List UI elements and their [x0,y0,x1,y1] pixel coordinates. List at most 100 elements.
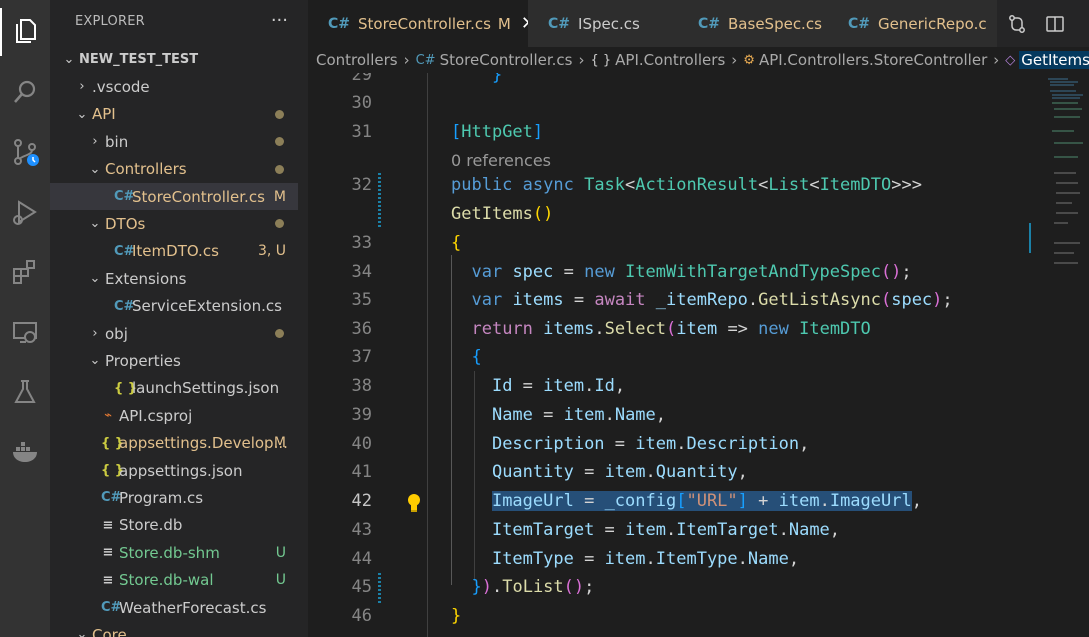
code-token: = [573,491,605,511]
tree-item-label: StoreController.cs [132,187,265,206]
chevron-right-icon[interactable]: › [76,79,88,94]
tree-item[interactable]: { } appsettings.json [50,457,298,484]
files-icon[interactable] [0,8,52,56]
chevron-down-icon[interactable]: ⌄ [63,52,75,67]
tree-item[interactable]: C# ItemDTO.cs 3, U [50,238,298,265]
editor-tab[interactable]: C# StoreController.cs M ✕ [308,0,528,47]
close-icon[interactable]: ✕ [521,13,528,34]
tree-item[interactable]: C# ServiceExtension.cs [50,293,298,320]
tree-item[interactable]: ≡ Store.db [50,512,298,539]
code-token: () [563,577,585,597]
chevron-down-icon[interactable]: ⌄ [89,271,101,286]
tree-item[interactable]: › bin [50,128,298,155]
chevron-right-icon[interactable]: › [89,326,101,341]
chevron-down-icon[interactable]: ⌄ [89,216,101,231]
code-line[interactable]: ImageUrl = _config["URL"] + item.ImageUr… [451,491,922,511]
tree-item-label: Store.db-wal [119,571,214,590]
code-token: item [604,462,646,482]
breadcrumb-item[interactable]: API.Controllers.StoreController [759,51,987,69]
code-token: ; [901,262,912,282]
breadcrumb-item[interactable]: API.Controllers [615,51,725,69]
code-line[interactable]: return items.Select(item => new ItemDTO [451,319,870,339]
chevron-down-icon[interactable]: ⌄ [76,627,88,637]
tree-item[interactable]: C# Program.cs [50,484,298,511]
chevron-down-icon[interactable]: ⌄ [76,107,88,122]
code-token: () [532,204,554,224]
codelens-references[interactable]: 0 references [451,151,551,170]
search-icon[interactable] [0,68,50,116]
source-control-icon[interactable] [0,128,50,176]
code-token: } [471,577,482,597]
chevron-right-icon[interactable]: › [89,134,101,149]
code-token: item [676,319,718,339]
code-token: [ [676,491,687,511]
docker-icon[interactable] [0,428,50,476]
tree-item[interactable]: ≡ Store.db-shm U [50,539,298,566]
code-token: Name [788,520,830,540]
editor-tab[interactable]: C# ISpec.cs [528,0,678,47]
minimap[interactable] [1028,73,1089,637]
code-token: = [573,549,605,569]
tree-item[interactable]: ⌄ NEW_TEST_TEST [50,46,298,73]
code-token: Quantity [655,462,738,482]
split-editor-icon[interactable] [1045,14,1065,34]
testing-icon[interactable] [0,368,50,416]
breadcrumb-item[interactable]: Controllers [316,51,398,69]
code-line[interactable]: public async Task<ActionResult<List<Item… [451,175,922,195]
breadcrumb-symbol-icon: C# [415,52,436,68]
tree-item[interactable]: ⌄ API [50,101,298,128]
code-line[interactable]: } [451,73,502,85]
code-line[interactable]: ItemType = item.ItemType.Name, [451,549,799,569]
code-editor[interactable]: 0 references 29 } 30 31 [HttpGet] 32 public as… [308,73,1028,637]
tree-item[interactable]: { } appsettings.Develop... M [50,430,298,457]
line-number: 36 [351,319,372,339]
code-token: , [829,520,841,540]
tree-item-label: WeatherForecast.cs [119,598,267,617]
code-line[interactable]: }).ToList(); [451,577,594,597]
tree-item-label: appsettings.Develop... [119,434,288,453]
tree-item[interactable]: ≡ Store.db-wal U [50,567,298,594]
tree-item[interactable]: C# StoreController.cs M [50,183,298,210]
code-line[interactable]: var items = await _itemRepo.GetListAsync… [451,290,952,310]
lightbulb-icon[interactable] [406,493,422,517]
tree-item[interactable]: ⌄ Core [50,621,298,637]
code-token: = [573,462,605,482]
tree-item[interactable]: ⌄ Extensions [50,265,298,292]
extensions-icon[interactable] [0,248,50,296]
run-debug-icon[interactable] [0,188,50,236]
code-line[interactable]: GetItems() [451,204,553,224]
code-line[interactable]: Description = item.Description, [451,434,809,454]
breadcrumb-item[interactable]: StoreController.cs [440,51,573,69]
tree-item[interactable]: › .vscode [50,73,298,100]
code-token: () [880,262,902,282]
chevron-down-icon[interactable]: ⌄ [89,162,101,177]
code-line[interactable]: Quantity = item.Quantity, [451,462,748,482]
tree-item-label: API.csproj [119,406,193,425]
editor-tab[interactable]: C#BaseSpec.cs1 [678,0,828,47]
code-line[interactable]: Name = item.Name, [451,405,666,425]
editor-tab[interactable]: C# GenericRepo.c [828,0,998,47]
tree-item[interactable]: › obj [50,320,298,347]
tree-item[interactable]: ⌄ DTOs [50,210,298,237]
code-line[interactable]: Id = item.Id, [451,376,625,396]
tree-item[interactable]: ⌄ Controllers [50,156,298,183]
tree-item[interactable]: ⌄ Properties [50,347,298,374]
code-line[interactable]: } [451,606,461,626]
code-line[interactable]: { [451,347,481,367]
code-line[interactable]: { [451,233,461,253]
open-changes-icon[interactable] [1007,14,1027,34]
code-token: . [747,290,759,310]
more-actions-icon[interactable]: ··· [271,10,288,31]
tree-item[interactable]: { } launchSettings.json [50,375,298,402]
code-line[interactable]: var spec = new ItemWithTargetAndTypeSpec… [451,262,912,282]
chevron-down-icon[interactable]: ⌄ [89,353,101,368]
file-type-icon: ≡ [102,572,114,588]
code-line[interactable]: ItemTarget = item.ItemTarget.Name, [451,520,840,540]
code-token: _itemRepo [655,290,748,310]
code-line[interactable]: [HttpGet] [451,122,543,142]
breadcrumb-item[interactable]: GetItems [1019,51,1089,69]
breadcrumb-symbol-icon: ⚙ [743,52,755,68]
tree-item[interactable]: ⌁ API.csproj [50,402,298,429]
remote-explorer-icon[interactable] [0,308,50,356]
tree-item[interactable]: C# WeatherForecast.cs [50,594,298,621]
